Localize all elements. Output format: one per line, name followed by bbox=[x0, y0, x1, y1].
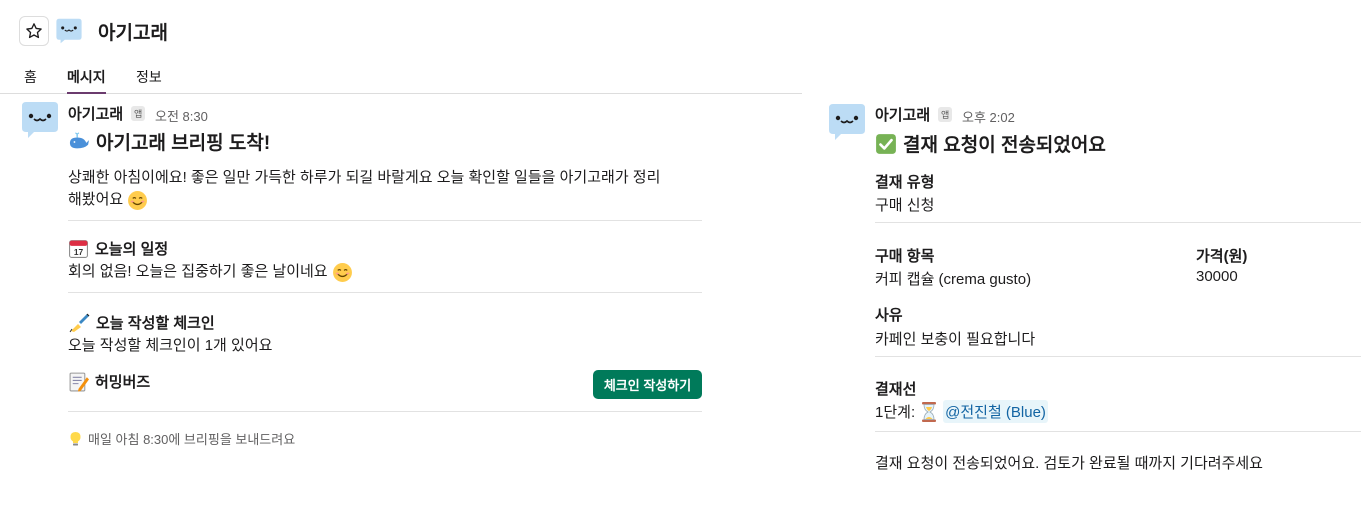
user-mention[interactable]: @전진철 (Blue) bbox=[943, 400, 1048, 423]
checkin-title-text: 오늘 작성할 체크인 bbox=[96, 314, 215, 332]
schedule-text-value: 회의 없음! 오늘은 집중하기 좋은 날이네요 bbox=[68, 263, 328, 280]
message-title-text: 결재 요청이 전송되었어요 bbox=[903, 135, 1106, 156]
intro-line-2-text: 해봤어요 bbox=[68, 191, 124, 208]
divider bbox=[875, 431, 1361, 432]
tab-bar: 홈 메시지 정보 bbox=[0, 62, 802, 94]
approval-line-value: 1단계: @전진철 (Blue) bbox=[875, 400, 1048, 423]
writing-hand-icon bbox=[69, 313, 90, 333]
message-title: 결재 요청이 전송되었어요 bbox=[875, 130, 1106, 157]
schedule-section-title: 17 오늘의 일정 bbox=[68, 238, 168, 259]
app-badge: 앱 bbox=[131, 106, 146, 121]
svg-text:17: 17 bbox=[74, 247, 84, 257]
write-checkin-button[interactable]: 체크인 작성하기 bbox=[593, 370, 702, 399]
reason-label: 사유 bbox=[875, 307, 903, 324]
message-title: 아기고래 브리핑 도착! bbox=[68, 128, 270, 155]
light-bulb-icon bbox=[70, 431, 81, 445]
smile-emoji-icon bbox=[128, 190, 148, 210]
check-mark-icon bbox=[876, 133, 896, 154]
message-title-text: 아기고래 브리핑 도착! bbox=[96, 133, 271, 154]
star-button[interactable] bbox=[19, 16, 49, 46]
reason-value: 카페인 보충이 필요합니다 bbox=[875, 331, 1036, 348]
divider bbox=[68, 411, 702, 412]
schedule-title-text: 오늘의 일정 bbox=[95, 241, 169, 258]
approval-step: 1단계: bbox=[875, 404, 916, 421]
checkin-text: 오늘 작성할 체크인이 1개 있어요 bbox=[68, 337, 273, 354]
tab-home[interactable]: 홈 bbox=[24, 67, 37, 94]
app-badge: 앱 bbox=[938, 107, 953, 122]
briefing-hint: 매일 아침 8:30에 브리핑을 보내드려요 bbox=[68, 429, 295, 448]
price-value: 30000 bbox=[1196, 268, 1238, 285]
item-value: 커피 캡슐 (crema gusto) bbox=[875, 271, 1032, 288]
intro-line-1: 상쾌한 아침이에요! 좋은 일만 가득한 하루가 되길 바랄게요 오늘 확인할 … bbox=[68, 169, 661, 186]
briefing-hint-text: 매일 아침 8:30에 브리핑을 보내드려요 bbox=[88, 432, 296, 447]
checkin-section-title: 오늘 작성할 체크인 bbox=[68, 311, 215, 333]
sender-name[interactable]: 아기고래 bbox=[68, 103, 123, 124]
humming-section-title: 허밍버즈 bbox=[68, 371, 150, 392]
approval-type-label: 결재 유형 bbox=[875, 174, 935, 191]
divider bbox=[875, 222, 1361, 223]
tab-info[interactable]: 정보 bbox=[136, 67, 162, 94]
bot-avatar[interactable] bbox=[827, 102, 867, 142]
star-icon bbox=[26, 23, 42, 39]
divider bbox=[68, 292, 702, 293]
approval-type-value: 구매 신청 bbox=[875, 197, 935, 214]
smile-emoji-icon bbox=[332, 262, 352, 282]
calendar-icon: 17 bbox=[69, 240, 88, 258]
intro-line-2: 해봤어요 bbox=[68, 189, 148, 211]
message-time[interactable]: 오전 8:30 bbox=[155, 106, 208, 125]
bot-avatar[interactable] bbox=[20, 100, 60, 140]
divider bbox=[68, 220, 702, 221]
channel-title: 아기고래 bbox=[98, 23, 168, 44]
item-label: 구매 항목 bbox=[875, 248, 935, 265]
whale-icon bbox=[69, 131, 89, 148]
tab-messages[interactable]: 메시지 bbox=[67, 67, 106, 94]
memo-icon bbox=[69, 372, 89, 392]
approval-line-label: 결재선 bbox=[875, 381, 917, 398]
hourglass-icon bbox=[922, 401, 937, 422]
price-label: 가격(원) bbox=[1196, 248, 1248, 265]
sender-name[interactable]: 아기고래 bbox=[875, 104, 930, 125]
divider bbox=[875, 356, 1361, 357]
approval-footer-text: 결재 요청이 전송되었어요. 검토가 완료될 때까지 기다려주세요 bbox=[875, 455, 1263, 472]
message-time[interactable]: 오후 2:02 bbox=[962, 107, 1015, 126]
schedule-text: 회의 없음! 오늘은 집중하기 좋은 날이네요 bbox=[68, 261, 353, 283]
app-avatar-icon bbox=[56, 18, 82, 44]
humming-title-text: 허밍버즈 bbox=[95, 374, 151, 391]
